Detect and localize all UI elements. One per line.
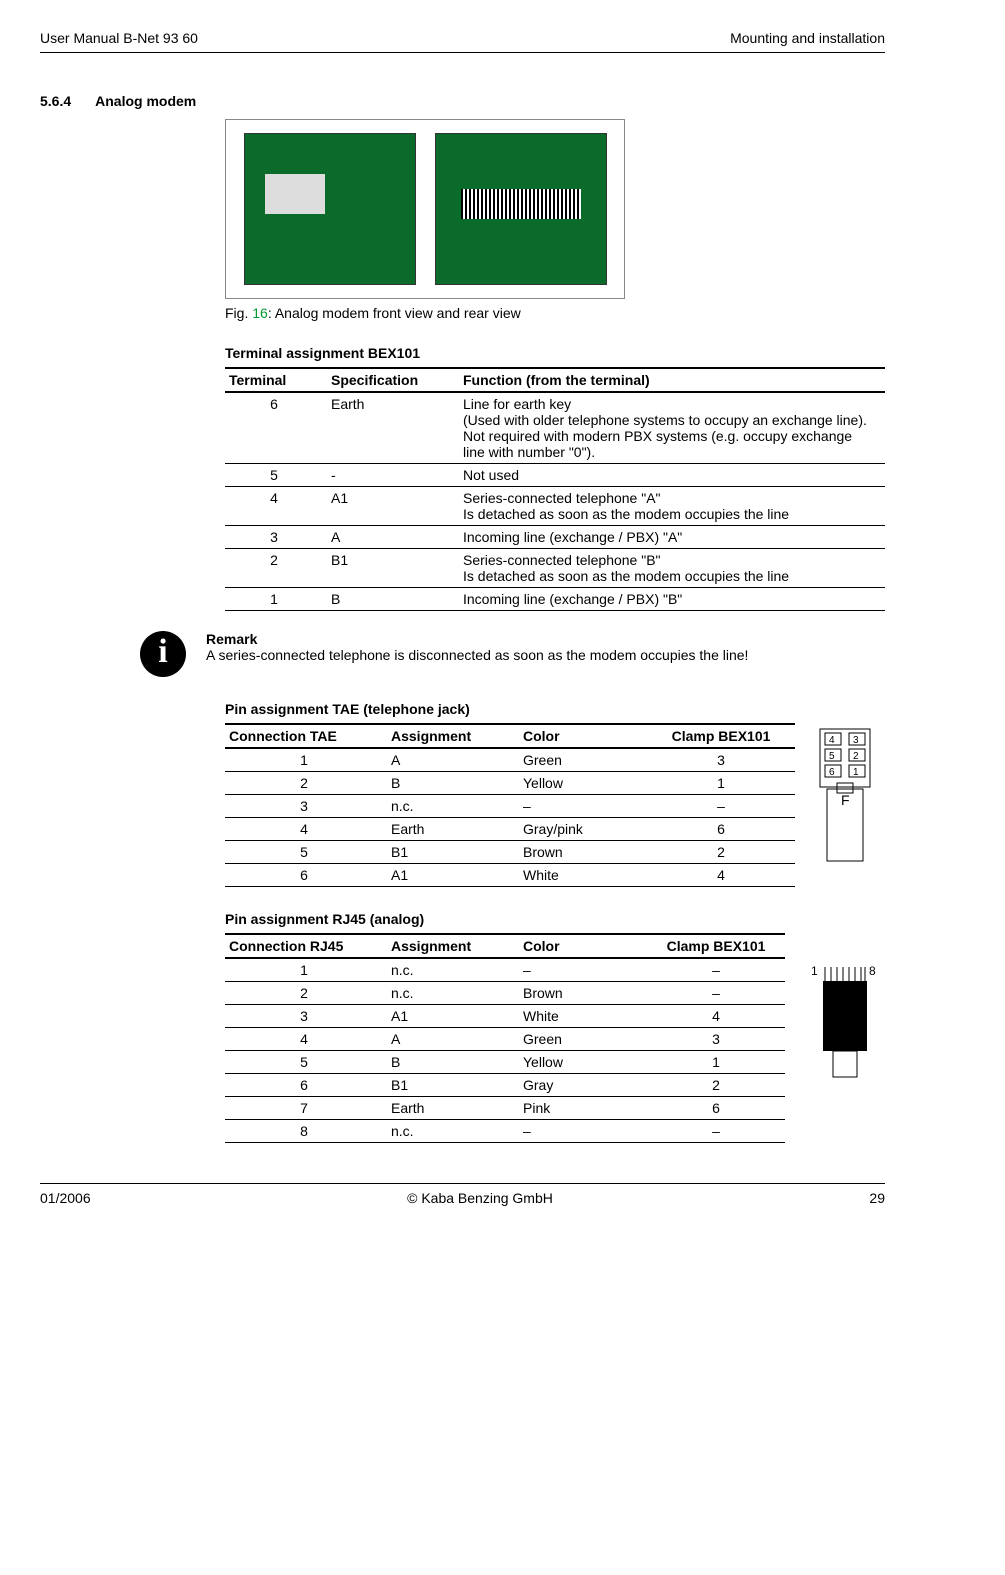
svg-text:8: 8 bbox=[869, 964, 876, 978]
tae-table-title: Pin assignment TAE (telephone jack) bbox=[225, 701, 885, 717]
pcb-front-image bbox=[244, 133, 416, 285]
figure-caption: Fig. 16: Analog modem front view and rea… bbox=[225, 305, 885, 321]
info-icon bbox=[140, 631, 186, 677]
remark-block: Remark A series-connected telephone is d… bbox=[40, 631, 885, 677]
section-number: 5.6.4 bbox=[40, 93, 71, 109]
remark-title: Remark bbox=[206, 631, 748, 647]
figure-image bbox=[225, 119, 625, 299]
section-title: Analog modem bbox=[95, 93, 196, 109]
tae-h2: Color bbox=[519, 724, 651, 748]
rj-h0: Connection RJ45 bbox=[225, 934, 387, 958]
table-row: 1AGreen3 bbox=[225, 748, 795, 772]
table-row: 4AGreen3 bbox=[225, 1028, 785, 1051]
header-left: User Manual B-Net 93 60 bbox=[40, 30, 198, 46]
table-row: 6A1White4 bbox=[225, 864, 795, 887]
bex-table-title: Terminal assignment BEX101 bbox=[225, 345, 885, 361]
table-row: 1n.c.–– bbox=[225, 958, 785, 982]
table-row: 8n.c.–– bbox=[225, 1120, 785, 1143]
svg-text:2: 2 bbox=[853, 751, 859, 762]
tae-table: Connection TAE Assignment Color Clamp BE… bbox=[225, 723, 795, 887]
table-row: 5BYellow1 bbox=[225, 1051, 785, 1074]
table-row: 2BYellow1 bbox=[225, 772, 795, 795]
table-row: 3n.c.–– bbox=[225, 795, 795, 818]
svg-text:5: 5 bbox=[829, 751, 835, 762]
table-row: 4EarthGray/pink6 bbox=[225, 818, 795, 841]
table-row: 5-Not used bbox=[225, 464, 885, 487]
table-row: 1BIncoming line (exchange / PBX) "B" bbox=[225, 588, 885, 611]
bex-h2: Function (from the terminal) bbox=[459, 368, 885, 392]
rj-h1: Assignment bbox=[387, 934, 519, 958]
rj-connector-diagram: 1 8 bbox=[805, 963, 885, 1086]
table-row: 5B1Brown2 bbox=[225, 841, 795, 864]
tae-connector-diagram: 4 3 5 2 6 1 F bbox=[815, 727, 875, 867]
svg-text:6: 6 bbox=[829, 767, 835, 778]
figure-number: 16 bbox=[252, 305, 268, 321]
table-row: 7EarthPink6 bbox=[225, 1097, 785, 1120]
tae-h3: Clamp BEX101 bbox=[651, 724, 795, 748]
svg-text:1: 1 bbox=[811, 964, 818, 978]
footer-center: © Kaba Benzing GmbH bbox=[407, 1190, 553, 1206]
rj-h2: Color bbox=[519, 934, 651, 958]
svg-text:F: F bbox=[841, 792, 850, 808]
table-row: 2B1Series-connected telephone "B"Is deta… bbox=[225, 549, 885, 588]
bex-h1: Specification bbox=[327, 368, 459, 392]
table-row: 2n.c.Brown– bbox=[225, 982, 785, 1005]
rj-table-title: Pin assignment RJ45 (analog) bbox=[225, 911, 885, 927]
table-row: 4A1Series-connected telephone "A"Is deta… bbox=[225, 487, 885, 526]
rj-h3: Clamp BEX101 bbox=[651, 934, 785, 958]
bex-h0: Terminal bbox=[225, 368, 327, 392]
svg-text:4: 4 bbox=[829, 735, 835, 746]
tae-h1: Assignment bbox=[387, 724, 519, 748]
section-heading: 5.6.4 Analog modem bbox=[40, 93, 885, 109]
pcb-rear-image bbox=[435, 133, 607, 285]
table-row: 3AIncoming line (exchange / PBX) "A" bbox=[225, 526, 885, 549]
svg-text:1: 1 bbox=[853, 767, 859, 778]
tae-h0: Connection TAE bbox=[225, 724, 387, 748]
table-row: 3A1White4 bbox=[225, 1005, 785, 1028]
figure-suffix: : Analog modem front view and rear view bbox=[268, 305, 521, 321]
page-header: User Manual B-Net 93 60 Mounting and ins… bbox=[40, 30, 885, 53]
footer-left: 01/2006 bbox=[40, 1190, 91, 1206]
bex-table: Terminal Specification Function (from th… bbox=[225, 367, 885, 611]
figure-prefix: Fig. bbox=[225, 305, 252, 321]
header-right: Mounting and installation bbox=[730, 30, 885, 46]
svg-text:3: 3 bbox=[853, 735, 859, 746]
remark-body: A series-connected telephone is disconne… bbox=[206, 647, 748, 663]
table-row: 6EarthLine for earth key(Used with older… bbox=[225, 392, 885, 464]
page-footer: 01/2006 © Kaba Benzing GmbH 29 bbox=[40, 1183, 885, 1206]
rj-table: Connection RJ45 Assignment Color Clamp B… bbox=[225, 933, 785, 1143]
footer-right: 29 bbox=[869, 1190, 885, 1206]
table-row: 6B1Gray2 bbox=[225, 1074, 785, 1097]
